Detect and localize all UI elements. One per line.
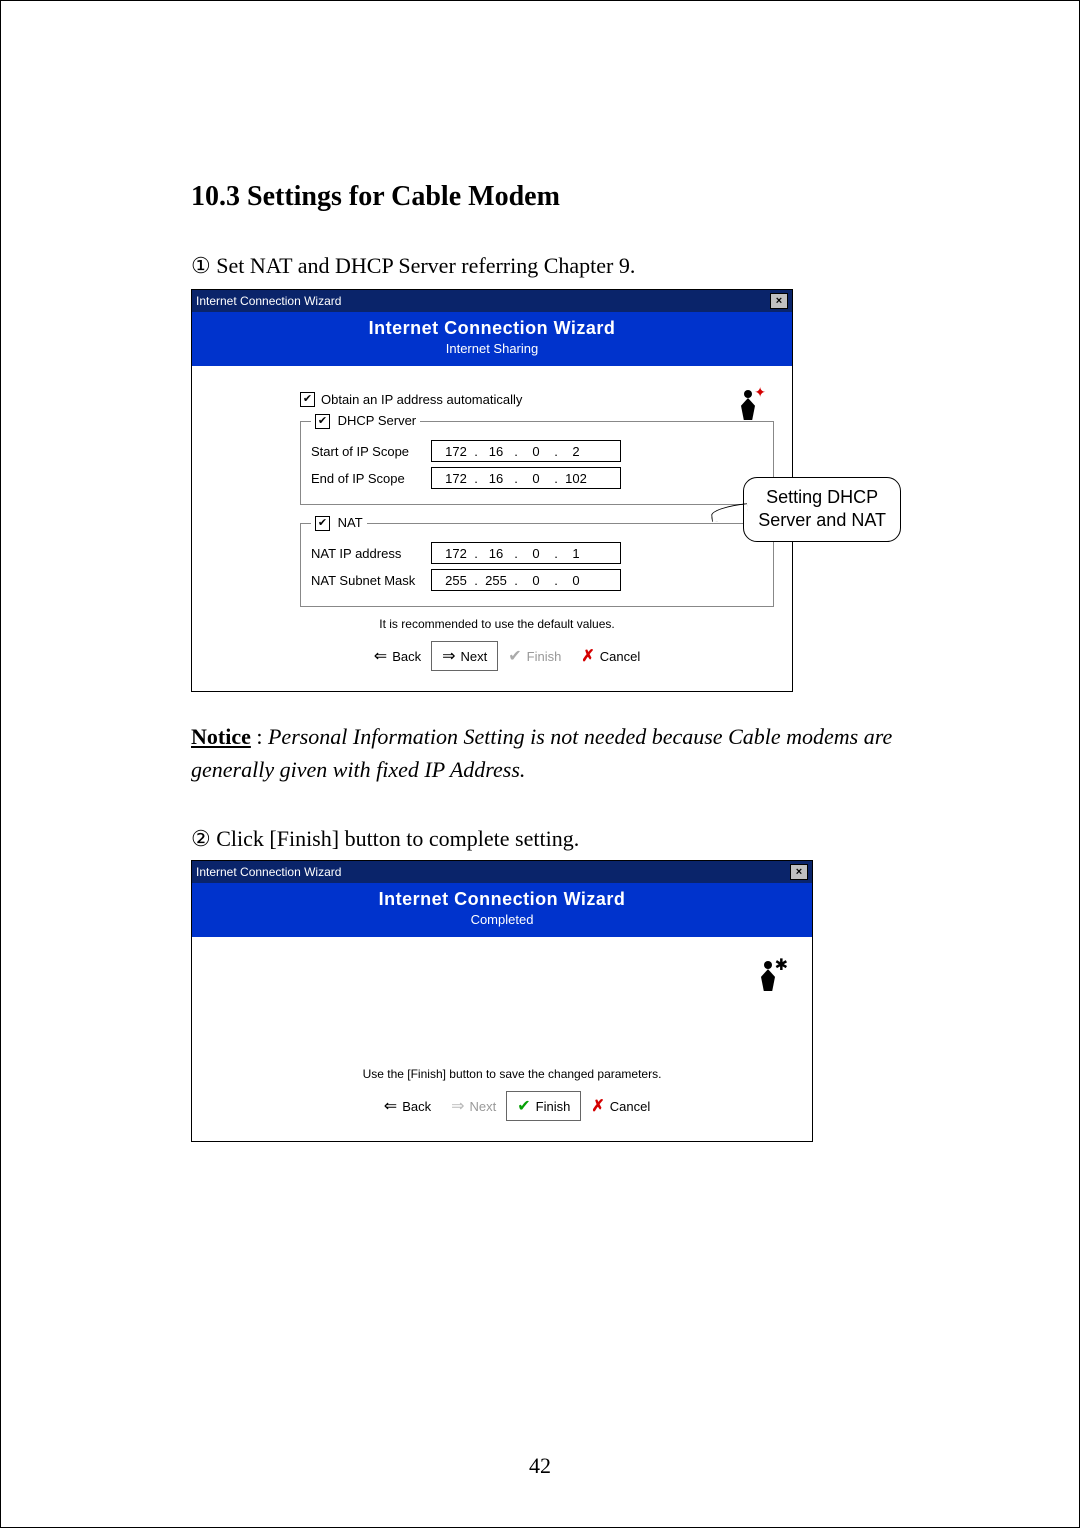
x-icon: ✗ — [581, 646, 594, 666]
nat-label: NAT — [338, 515, 363, 530]
close-icon[interactable]: × — [770, 293, 788, 309]
back-label: Back — [392, 649, 421, 664]
next-label: Next — [470, 1099, 497, 1114]
arrow-left-icon: ⇐ — [374, 646, 387, 666]
x-icon: ✗ — [591, 1096, 604, 1116]
finish-button-disabled: ✔ Finish — [498, 642, 571, 670]
nat-ip-oct2[interactable]: 16 — [480, 546, 512, 561]
cancel-button[interactable]: ✗ Cancel — [571, 642, 650, 670]
finish-label: Finish — [536, 1099, 571, 1114]
cancel-button[interactable]: ✗ Cancel — [581, 1092, 660, 1120]
callout-line2: Server and NAT — [758, 509, 886, 532]
step-2: ② Click [Finish] button to complete sett… — [191, 826, 949, 852]
step-2-num: ② — [191, 826, 211, 851]
start-ip-oct4[interactable]: 2 — [560, 444, 592, 459]
dialog2-body: ✱ Use the [Finish] button to save the ch… — [192, 937, 812, 1141]
check-icon: ✔ — [508, 646, 521, 666]
dialog1-banner: Internet Connection Wizard Internet Shar… — [192, 312, 792, 366]
dialog1-titlebar: Internet Connection Wizard × — [192, 290, 792, 312]
recommend-text: It is recommended to use the default val… — [220, 617, 774, 631]
next-label: Next — [461, 649, 488, 664]
dialog-internet-sharing: Internet Connection Wizard × Internet Co… — [191, 289, 793, 692]
close-icon[interactable]: × — [790, 864, 808, 880]
start-ip-oct1[interactable]: 172 — [440, 444, 472, 459]
page-number: 42 — [1, 1453, 1079, 1479]
dialog2-banner: Internet Connection Wizard Completed — [192, 883, 812, 937]
nat-mask-oct3[interactable]: 0 — [520, 573, 552, 588]
step-1: ① Set NAT and DHCP Server referring Chap… — [191, 253, 949, 279]
dialog2-banner-title: Internet Connection Wizard — [192, 889, 812, 910]
nat-ip-oct3[interactable]: 0 — [520, 546, 552, 561]
callout-dhcp-nat: Setting DHCP Server and NAT — [743, 477, 901, 542]
arrow-right-icon: ⇒ — [451, 1096, 464, 1116]
section-heading: 10.3 Settings for Cable Modem — [191, 181, 949, 213]
person-icon: ✦ — [732, 384, 764, 420]
back-button[interactable]: ⇐ Back — [364, 642, 431, 670]
dialog-completed: Internet Connection Wizard × Internet Co… — [191, 860, 813, 1142]
arrow-right-icon: ⇒ — [442, 646, 455, 666]
check-icon: ✔ — [517, 1096, 530, 1116]
callout-pointer-icon — [711, 505, 751, 525]
back-button[interactable]: ⇐ Back — [374, 1092, 441, 1120]
nat-ip-oct4[interactable]: 1 — [560, 546, 592, 561]
finish-button[interactable]: ✔ Finish — [506, 1091, 581, 1121]
start-ip-oct3[interactable]: 0 — [520, 444, 552, 459]
end-ip-oct1[interactable]: 172 — [440, 471, 472, 486]
person-icon: ✱ — [752, 955, 784, 991]
next-button[interactable]: ⇒ Next — [431, 641, 498, 671]
cancel-label: Cancel — [600, 649, 640, 664]
nat-ip-label: NAT IP address — [311, 546, 431, 561]
back-label: Back — [402, 1099, 431, 1114]
dialog1-button-row: ⇐ Back ⇒ Next ✔ Finish ✗ Cancel — [240, 631, 774, 683]
nat-mask-oct4[interactable]: 0 — [560, 573, 592, 588]
dialog2-instruction: Use the [Finish] button to save the chan… — [230, 1067, 794, 1081]
start-ip-oct2[interactable]: 16 — [480, 444, 512, 459]
nat-mask-oct1[interactable]: 255 — [440, 573, 472, 588]
nat-ip-input[interactable]: 172. 16. 0. 1 — [431, 542, 621, 564]
finish-label: Finish — [527, 649, 562, 664]
obtain-ip-label: Obtain an IP address automatically — [321, 392, 522, 407]
obtain-ip-checkbox[interactable]: ✔ — [300, 392, 315, 407]
arrow-left-icon: ⇐ — [384, 1096, 397, 1116]
nat-mask-oct2[interactable]: 255 — [480, 573, 512, 588]
dialog2-button-row: ⇐ Back ⇒ Next ✔ Finish ✗ Cancel — [240, 1081, 794, 1133]
nat-checkbox[interactable]: ✔ — [315, 516, 330, 531]
dialog1-body: ✦ ✔ Obtain an IP address automatically ✔… — [192, 366, 792, 691]
dialog2-title: Internet Connection Wizard — [196, 865, 341, 879]
notice-text: Personal Information Setting is not need… — [191, 724, 892, 782]
dialog1-banner-sub: Internet Sharing — [192, 341, 792, 356]
next-button-disabled: ⇒ Next — [441, 1092, 506, 1120]
dhcp-checkbox[interactable]: ✔ — [315, 414, 330, 429]
start-ip-label: Start of IP Scope — [311, 444, 431, 459]
start-ip-input[interactable]: 172. 16. 0. 2 — [431, 440, 621, 462]
notice-sep: : — [251, 724, 268, 749]
notice: Notice : Personal Information Setting is… — [191, 720, 949, 786]
cancel-label: Cancel — [610, 1099, 650, 1114]
step-2-text: Click [Finish] button to complete settin… — [216, 826, 579, 851]
step-1-num: ① — [191, 253, 211, 278]
dhcp-label: DHCP Server — [338, 413, 417, 428]
nat-mask-input[interactable]: 255. 255. 0. 0 — [431, 569, 621, 591]
nat-group: ✔ NAT NAT IP address 172. 16. 0. 1 NAT S… — [300, 515, 774, 607]
dialog2-banner-sub: Completed — [192, 912, 812, 927]
dialog1-title: Internet Connection Wizard — [196, 294, 341, 308]
dialog2-titlebar: Internet Connection Wizard × — [192, 861, 812, 883]
end-ip-oct4[interactable]: 102 — [560, 471, 592, 486]
end-ip-oct3[interactable]: 0 — [520, 471, 552, 486]
dialog1-banner-title: Internet Connection Wizard — [192, 318, 792, 339]
nat-mask-label: NAT Subnet Mask — [311, 573, 431, 588]
step-1-text: Set NAT and DHCP Server referring Chapte… — [216, 253, 635, 278]
nat-ip-oct1[interactable]: 172 — [440, 546, 472, 561]
end-ip-label: End of IP Scope — [311, 471, 431, 486]
end-ip-oct2[interactable]: 16 — [480, 471, 512, 486]
dhcp-group: ✔ DHCP Server Start of IP Scope 172. 16.… — [300, 413, 774, 505]
callout-line1: Setting DHCP — [758, 486, 886, 509]
end-ip-input[interactable]: 172. 16. 0. 102 — [431, 467, 621, 489]
notice-label: Notice — [191, 724, 251, 749]
